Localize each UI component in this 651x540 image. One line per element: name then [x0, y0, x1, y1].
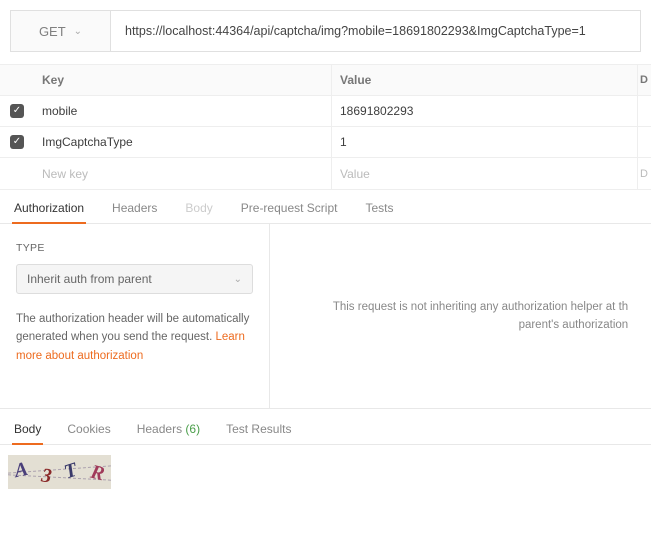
param-value-cell[interactable]: 18691802293 [332, 96, 637, 126]
new-desc-input[interactable]: D [637, 158, 651, 189]
response-tabs: Body Cookies Headers (6) Test Results [0, 409, 651, 445]
checkbox-checked-icon[interactable] [10, 135, 24, 149]
checkbox-checked-icon[interactable] [10, 104, 24, 118]
param-value-cell[interactable]: 1 [332, 127, 637, 157]
url-input[interactable] [111, 11, 640, 51]
tab-authorization[interactable]: Authorization [12, 201, 86, 223]
auth-left-pane: TYPE Inherit auth from parent ⌄ The auth… [0, 224, 270, 408]
resp-headers-label: Headers [137, 422, 182, 436]
resp-tab-cookies[interactable]: Cookies [65, 422, 112, 444]
method-select[interactable]: GET ⌄ [11, 11, 111, 51]
params-header-desc: D [637, 65, 651, 95]
params-header-row: Key Value D [0, 65, 651, 96]
row-checkbox-cell[interactable] [0, 135, 34, 149]
params-table: Key Value D mobile 18691802293 ImgCaptch… [0, 64, 651, 190]
request-tabs: Authorization Headers Body Pre-request S… [0, 190, 651, 224]
auth-type-label: TYPE [16, 242, 253, 254]
chevron-down-icon: ⌄ [74, 26, 82, 37]
row-checkbox-cell[interactable] [0, 104, 34, 118]
request-url-bar: GET ⌄ [10, 10, 641, 52]
auth-type-select[interactable]: Inherit auth from parent ⌄ [16, 264, 253, 294]
resp-tab-headers[interactable]: Headers (6) [135, 422, 202, 444]
auth-right-pane: This request is not inheriting any autho… [270, 224, 651, 408]
param-desc-cell[interactable] [637, 96, 651, 126]
table-row[interactable]: ImgCaptchaType 1 [0, 127, 651, 158]
auth-type-selected: Inherit auth from parent [27, 272, 152, 286]
new-key-input[interactable]: New key [34, 158, 332, 189]
tab-tests[interactable]: Tests [363, 201, 395, 223]
chevron-down-icon: ⌄ [234, 274, 242, 285]
tab-body[interactable]: Body [183, 201, 214, 223]
tab-prerequest[interactable]: Pre-request Script [239, 201, 340, 223]
params-header-key: Key [34, 65, 332, 95]
tab-headers[interactable]: Headers [110, 201, 159, 223]
authorization-panel: TYPE Inherit auth from parent ⌄ The auth… [0, 224, 651, 409]
auth-msg-line2: parent's authorization [519, 319, 629, 331]
auth-msg-line1: This request is not inheriting any autho… [333, 301, 628, 313]
param-desc-cell[interactable] [637, 127, 651, 157]
resp-headers-count: (6) [185, 422, 200, 436]
captcha-image: A 3 T R [8, 455, 111, 489]
table-row-new[interactable]: New key Value D [0, 158, 651, 189]
auth-description: The authorization header will be automat… [16, 310, 253, 365]
param-key-cell[interactable]: mobile [34, 96, 332, 126]
resp-tab-test-results[interactable]: Test Results [224, 422, 293, 444]
response-body: A 3 T R [0, 445, 651, 499]
new-value-input[interactable]: Value [332, 158, 637, 189]
table-row[interactable]: mobile 18691802293 [0, 96, 651, 127]
method-label: GET [39, 24, 66, 39]
params-header-value: Value [332, 65, 637, 95]
param-key-cell[interactable]: ImgCaptchaType [34, 127, 332, 157]
auth-inherit-message: This request is not inheriting any autho… [293, 298, 628, 335]
resp-tab-body[interactable]: Body [12, 422, 43, 444]
